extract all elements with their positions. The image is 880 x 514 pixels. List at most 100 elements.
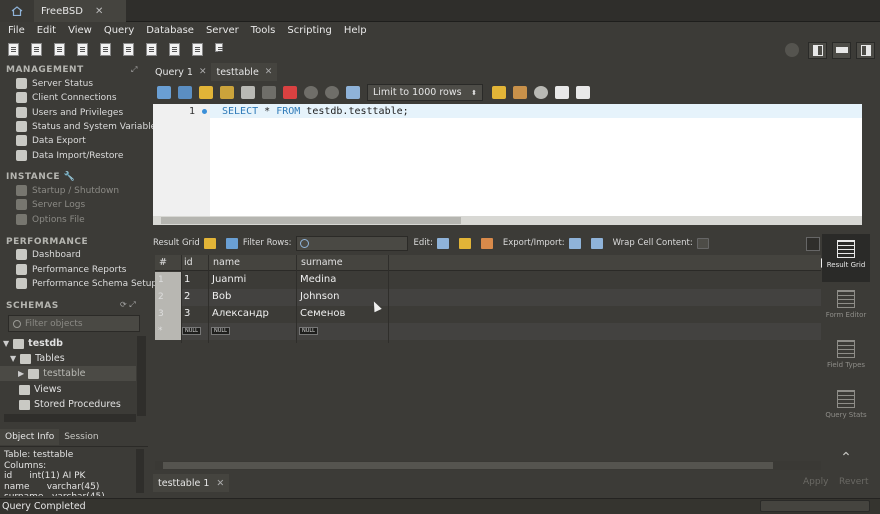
column-header-name[interactable]: name <box>213 257 240 268</box>
invisible-chars-icon[interactable] <box>555 86 569 99</box>
filter-objects-field[interactable] <box>8 315 140 332</box>
new-sql-tab-icon[interactable] <box>6 43 22 57</box>
export-icon[interactable] <box>568 237 581 249</box>
search-table-data-icon[interactable] <box>190 43 206 57</box>
column-header-rownum[interactable]: # <box>159 257 167 268</box>
save-icon[interactable] <box>178 86 192 99</box>
cell-id[interactable]: 1 <box>184 274 190 285</box>
grid-icon[interactable] <box>203 237 216 249</box>
tab-result-testtable-1[interactable]: testtable 1 ✕ <box>153 474 230 492</box>
query-stats-button[interactable]: Query Stats <box>822 384 870 432</box>
toggle-panel-icon[interactable] <box>806 237 820 251</box>
tree-table-testtable[interactable]: ▶ testtable <box>0 366 136 381</box>
menu-scripting[interactable]: Scripting <box>281 25 337 36</box>
nav-server-logs[interactable]: Server Logs <box>16 199 85 210</box>
close-icon[interactable]: ✕ <box>199 67 207 77</box>
cell-surname[interactable]: Johnson <box>300 291 339 302</box>
nav-status-variables[interactable]: Status and System Variables <box>16 121 161 132</box>
chevron-down-icon[interactable]: ▼ <box>3 339 9 348</box>
create-view-icon[interactable] <box>121 43 137 57</box>
table-row[interactable]: 1 1 Juanmi Medina <box>155 272 821 289</box>
create-table-icon[interactable] <box>98 43 114 57</box>
field-types-button[interactable]: Field Types <box>822 334 870 382</box>
null-badge-id[interactable]: NULL <box>182 327 201 335</box>
settings-icon[interactable] <box>785 43 799 57</box>
nav-client-connections[interactable]: Client Connections <box>16 92 117 103</box>
create-function-icon[interactable] <box>167 43 183 57</box>
toggle-secondary-sidebar-button[interactable] <box>856 41 875 59</box>
editor-horizontal-scrollbar[interactable] <box>153 216 862 225</box>
expand-icon[interactable]: ⤢ <box>131 65 137 75</box>
limit-rows-select[interactable]: Limit to 1000 rows ⬍ <box>367 84 483 101</box>
tree-vertical-scrollbar[interactable] <box>137 336 146 416</box>
cell-name[interactable]: Juanmi <box>212 274 246 285</box>
table-row[interactable]: 2 2 Bob Johnson <box>155 289 821 306</box>
form-editor-button[interactable]: Form Editor <box>822 284 870 332</box>
menu-server[interactable]: Server <box>200 25 245 36</box>
menu-file[interactable]: File <box>2 25 31 36</box>
nav-data-export[interactable]: Data Export <box>16 135 86 146</box>
home-tab[interactable] <box>0 0 34 22</box>
cell-id[interactable]: 3 <box>184 308 190 319</box>
search-icon[interactable] <box>534 86 548 99</box>
nav-data-import[interactable]: Data Import/Restore <box>16 150 123 161</box>
sql-code[interactable]: SELECT * FROM testdb.testtable; <box>222 106 409 117</box>
tree-stored-procedures[interactable]: Stored Procedures <box>19 399 121 410</box>
create-procedure-icon[interactable] <box>144 43 160 57</box>
refresh-icon[interactable] <box>225 237 238 249</box>
tab-object-info[interactable]: Object Info <box>0 429 60 445</box>
menu-query[interactable]: Query <box>98 25 140 36</box>
nav-startup-shutdown[interactable]: Startup / Shutdown <box>16 185 119 196</box>
toggle-sidebar-button[interactable] <box>808 41 827 59</box>
reconnect-icon[interactable] <box>213 43 229 57</box>
tree-tables[interactable]: ▼ Tables <box>10 353 65 364</box>
toggle-error-icon[interactable] <box>283 86 297 99</box>
beautify-icon[interactable] <box>492 86 506 99</box>
open-sql-script-icon[interactable] <box>29 43 45 57</box>
cell-surname[interactable]: Medina <box>300 274 336 285</box>
cell-name[interactable]: Bob <box>212 291 231 302</box>
commit-icon[interactable] <box>304 86 318 99</box>
filter-rows-input[interactable] <box>295 235 408 251</box>
new-row[interactable]: * NULL NULL NULL <box>155 323 821 340</box>
open-file-icon[interactable] <box>157 86 171 99</box>
nav-options-file[interactable]: Options File <box>16 214 85 225</box>
filter-objects-input[interactable] <box>25 318 135 329</box>
null-badge-surname[interactable]: NULL <box>299 327 318 335</box>
sql-editor[interactable]: 1 SELECT * FROM testdb.testtable; <box>153 104 862 216</box>
edit-row-icon[interactable] <box>436 237 449 249</box>
cell-surname[interactable]: Семенов <box>300 308 345 319</box>
cell-name[interactable]: Александр <box>212 308 269 319</box>
cell-id[interactable]: 2 <box>184 291 190 302</box>
apply-button[interactable]: Apply <box>803 477 828 487</box>
tab-query-1[interactable]: Query 1 ✕ <box>150 63 211 81</box>
tree-views[interactable]: Views <box>19 384 62 395</box>
info-scrollbar[interactable] <box>136 449 144 493</box>
wrap-cell-icon[interactable] <box>696 237 709 249</box>
create-schema-icon[interactable] <box>75 43 91 57</box>
import-icon[interactable] <box>590 237 603 249</box>
tab-session[interactable]: Session <box>59 429 103 445</box>
tab-testtable[interactable]: testtable ✕ <box>211 63 278 81</box>
result-grid-button[interactable]: Result Grid <box>822 234 870 282</box>
autocommit-icon[interactable] <box>346 86 360 99</box>
nav-server-status[interactable]: Server Status <box>16 78 93 89</box>
menu-view[interactable]: View <box>62 25 98 36</box>
scroll-panel-icon[interactable]: ⌃ <box>822 445 870 471</box>
nav-dashboard[interactable]: Dashboard <box>16 249 81 260</box>
revert-button[interactable]: Revert <box>839 477 868 487</box>
null-badge-name[interactable]: NULL <box>211 327 230 335</box>
menu-help[interactable]: Help <box>338 25 373 36</box>
stop-icon[interactable] <box>262 86 276 99</box>
insert-row-icon[interactable] <box>458 237 471 249</box>
tree-db-testdb[interactable]: ▼ testdb <box>3 338 63 349</box>
close-icon[interactable]: ✕ <box>216 478 224 489</box>
table-row[interactable]: 3 3 Александр Семенов <box>155 306 821 323</box>
delete-row-icon[interactable] <box>480 237 493 249</box>
chevron-down-icon[interactable]: ▼ <box>10 354 16 363</box>
menu-edit[interactable]: Edit <box>31 25 62 36</box>
nav-performance-reports[interactable]: Performance Reports <box>16 264 126 275</box>
nav-performance-schema[interactable]: Performance Schema Setup <box>16 278 157 289</box>
result-grid[interactable]: # id name surname 1 1 Juanmi Medina 2 2 … <box>155 255 821 460</box>
chevron-right-icon[interactable]: ▶ <box>18 369 24 378</box>
